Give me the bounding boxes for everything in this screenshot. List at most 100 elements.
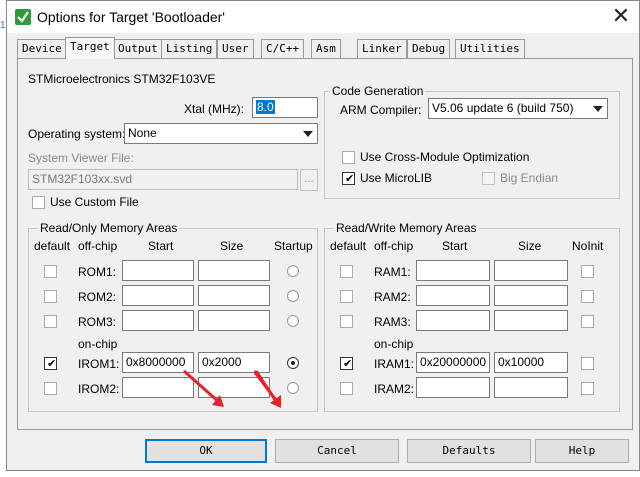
tab-target[interactable]: Target — [65, 37, 115, 59]
microlib-label: Use MicroLIB — [360, 171, 433, 185]
rom1-size-input[interactable] — [198, 260, 270, 281]
ram1-noinit-checkbox[interactable] — [581, 265, 594, 278]
rom3-default-checkbox[interactable] — [44, 315, 57, 328]
annotation-arrow-start — [183, 369, 221, 405]
rw-header-start: Start — [442, 239, 468, 253]
svd-label: System Viewer File: — [28, 151, 134, 165]
ok-button[interactable]: OK — [145, 439, 267, 463]
rw-header-noinit: NoInit — [572, 239, 604, 253]
rom2-startup-radio[interactable] — [287, 290, 299, 302]
rom3-startup-radio[interactable] — [287, 315, 299, 327]
rom2-size-input[interactable] — [198, 285, 270, 306]
ram3-default-checkbox[interactable] — [340, 315, 353, 328]
rom3-start-input[interactable] — [122, 310, 194, 331]
ro-header-start: Start — [148, 239, 174, 253]
rom2-label: ROM2: — [78, 290, 117, 304]
ram2-default-checkbox[interactable] — [340, 290, 353, 303]
rw-header-size: Size — [518, 239, 542, 253]
iram1-noinit-checkbox[interactable] — [581, 357, 594, 370]
ram2-label: RAM2: — [374, 290, 411, 304]
keil-app-icon — [15, 9, 31, 25]
microlib-checkbox[interactable]: ✔ — [342, 172, 355, 185]
readwrite-memory-title: Read/Write Memory Areas — [334, 221, 479, 235]
cancel-button[interactable]: Cancel — [275, 439, 399, 463]
rom2-start-input[interactable] — [122, 285, 194, 306]
svd-file-input[interactable]: STM32F103xx.svd — [28, 169, 298, 190]
ram1-start-input[interactable] — [416, 260, 490, 281]
ro-header-default: default — [34, 239, 71, 253]
irom2-default-checkbox[interactable] — [44, 382, 57, 395]
iram1-default-checkbox[interactable]: ✔ — [340, 357, 353, 370]
window-title: Options for Target 'Bootloader' — [37, 9, 225, 25]
ram3-noinit-checkbox[interactable] — [581, 315, 594, 328]
ram1-size-input[interactable] — [494, 260, 568, 281]
iram1-size-input[interactable]: 0x10000 — [494, 352, 568, 373]
rom1-startup-radio[interactable] — [287, 265, 299, 277]
rom3-size-input[interactable] — [198, 310, 270, 331]
rw-onchip-label: on-chip — [374, 337, 414, 351]
tab-output[interactable]: Output — [113, 39, 163, 58]
target-tab-panel: STMicroelectronics STM32F103VE Xtal (MHz… — [17, 58, 633, 430]
iram2-default-checkbox[interactable] — [340, 382, 353, 395]
ram1-label: RAM1: — [374, 265, 411, 279]
ram2-size-input[interactable] — [494, 285, 568, 306]
close-button[interactable]: ✕ — [605, 3, 637, 31]
svd-browse-button[interactable]: ... — [300, 169, 318, 191]
defaults-button[interactable]: Defaults — [407, 439, 531, 463]
iram2-start-input[interactable] — [416, 377, 490, 398]
checkmark-icon: ✔ — [343, 357, 353, 370]
iram2-label: IRAM2: — [374, 382, 415, 396]
arm-compiler-label: ARM Compiler: — [340, 103, 422, 117]
iram2-size-input[interactable] — [494, 377, 568, 398]
tab-c-cpp[interactable]: C/C++ — [261, 39, 305, 58]
ro-header-startup: Startup — [274, 239, 313, 253]
rom1-default-checkbox[interactable] — [44, 265, 57, 278]
iram1-label: IRAM1: — [374, 357, 415, 371]
arm-compiler-select[interactable]: V5.06 update 6 (build 750) — [428, 98, 608, 119]
tab-debug[interactable]: Debug — [407, 39, 451, 58]
rw-header-offchip: off-chip — [374, 239, 414, 253]
ram3-size-input[interactable] — [494, 310, 568, 331]
ro-onchip-label: on-chip — [78, 337, 118, 351]
annotation-arrow-size-head — [254, 370, 281, 408]
code-generation-title: Code Generation — [330, 84, 426, 98]
cross-module-checkbox[interactable] — [342, 151, 355, 164]
irom1-default-checkbox[interactable]: ✔ — [44, 357, 57, 370]
rom2-default-checkbox[interactable] — [44, 290, 57, 303]
ram2-start-input[interactable] — [416, 285, 490, 306]
big-endian-checkbox[interactable] — [482, 172, 495, 185]
tab-utilities[interactable]: Utilities — [455, 39, 525, 58]
big-endian-label: Big Endian — [500, 171, 559, 185]
os-label: Operating system: — [28, 127, 126, 141]
svd-value: STM32F103xx.svd — [32, 172, 133, 186]
tab-linker[interactable]: Linker — [357, 39, 407, 58]
tab-listing[interactable]: Listing — [161, 39, 218, 58]
ram2-noinit-checkbox[interactable] — [581, 290, 594, 303]
chevron-down-icon — [303, 131, 313, 137]
irom1-startup-radio[interactable] — [287, 357, 299, 369]
rom1-label: ROM1: — [78, 265, 117, 279]
iram1-start-input[interactable]: 0x20000000 — [416, 352, 490, 373]
xtal-label: Xtal (MHz): — [184, 102, 244, 116]
help-button[interactable]: Help — [535, 439, 629, 463]
rw-header-default: default — [330, 239, 367, 253]
options-dialog: Options for Target 'Bootloader' ✕ Device… — [6, 0, 640, 471]
os-select[interactable]: None — [124, 123, 318, 144]
tab-device[interactable]: Device — [17, 39, 67, 58]
readonly-memory-title: Read/Only Memory Areas — [38, 221, 180, 235]
ro-header-offchip: off-chip — [78, 239, 118, 253]
ram1-default-checkbox[interactable] — [340, 265, 353, 278]
tab-asm[interactable]: Asm — [311, 39, 341, 58]
rom1-start-input[interactable] — [122, 260, 194, 281]
title-bar: Options for Target 'Bootloader' ✕ — [7, 1, 639, 33]
irom2-label: IROM2: — [78, 382, 120, 396]
xtal-input[interactable]: 8.0 — [252, 97, 318, 118]
irom1-label: IROM1: — [78, 357, 120, 371]
editor-line-number: 1 — [0, 20, 6, 31]
ram3-start-input[interactable] — [416, 310, 490, 331]
use-custom-file-checkbox[interactable] — [32, 196, 45, 209]
tab-user[interactable]: User — [217, 39, 254, 58]
iram2-noinit-checkbox[interactable] — [581, 382, 594, 395]
checkmark-icon: ✔ — [47, 357, 57, 370]
irom2-startup-radio[interactable] — [287, 382, 299, 394]
